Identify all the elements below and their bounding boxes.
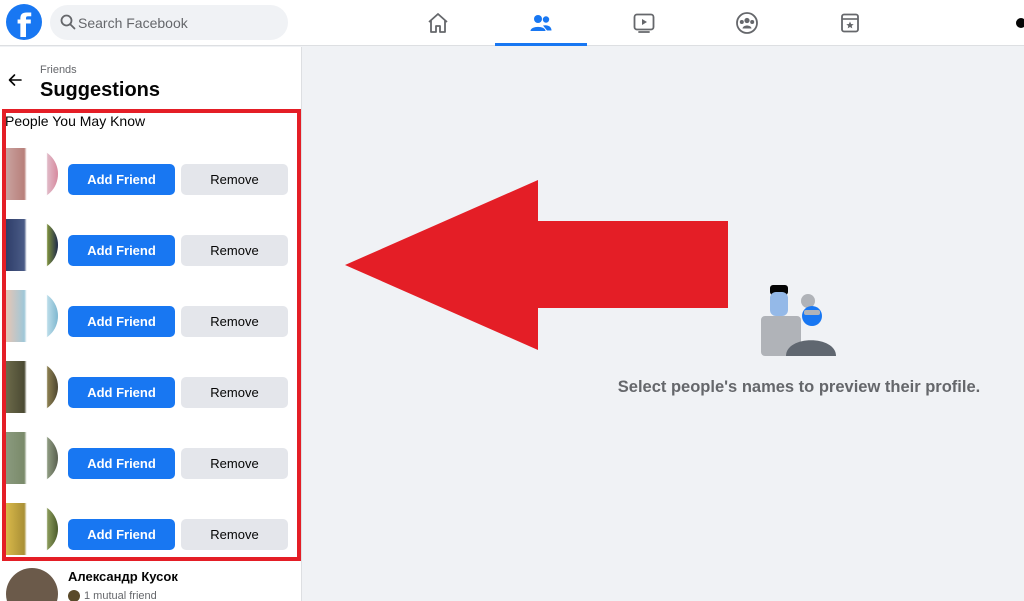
avatar[interactable] xyxy=(6,568,58,601)
people-illustration-icon xyxy=(761,285,836,356)
mutual-friends: 1 mutual friend xyxy=(68,590,157,601)
search-input[interactable] xyxy=(78,5,278,40)
tab-friends[interactable] xyxy=(495,0,587,46)
top-bar: f xyxy=(0,0,1024,46)
sidebar: Friends Suggestions People You May Know … xyxy=(0,47,302,601)
breadcrumb[interactable]: Friends xyxy=(40,64,77,76)
suggestion-row[interactable]: Александр Кусок 1 mutual friend xyxy=(0,566,300,601)
friends-icon xyxy=(530,15,552,31)
mutual-friends-text: 1 mutual friend xyxy=(84,590,157,601)
account-icon[interactable] xyxy=(1016,18,1024,28)
search-icon xyxy=(60,14,76,30)
watch-icon xyxy=(633,13,655,33)
home-icon xyxy=(428,13,448,33)
search-box[interactable] xyxy=(50,5,288,40)
groups-icon xyxy=(736,12,758,34)
mutual-friend-avatar-icon xyxy=(68,590,80,601)
annotation-arrow-icon xyxy=(345,180,728,350)
page-title: Suggestions xyxy=(40,79,161,101)
tab-groups[interactable] xyxy=(701,0,793,46)
tab-watch[interactable] xyxy=(598,0,690,46)
tab-gaming[interactable] xyxy=(804,0,896,46)
tab-home[interactable] xyxy=(392,0,484,46)
facebook-f-icon: f xyxy=(17,7,31,45)
person-name[interactable]: Александр Кусок xyxy=(68,569,178,584)
facebook-logo[interactable]: f xyxy=(6,4,42,45)
gaming-icon xyxy=(841,13,859,33)
annotation-highlight-box xyxy=(2,109,301,561)
back-arrow-icon[interactable] xyxy=(6,71,24,89)
empty-state-message: Select people's names to preview their p… xyxy=(617,378,981,396)
